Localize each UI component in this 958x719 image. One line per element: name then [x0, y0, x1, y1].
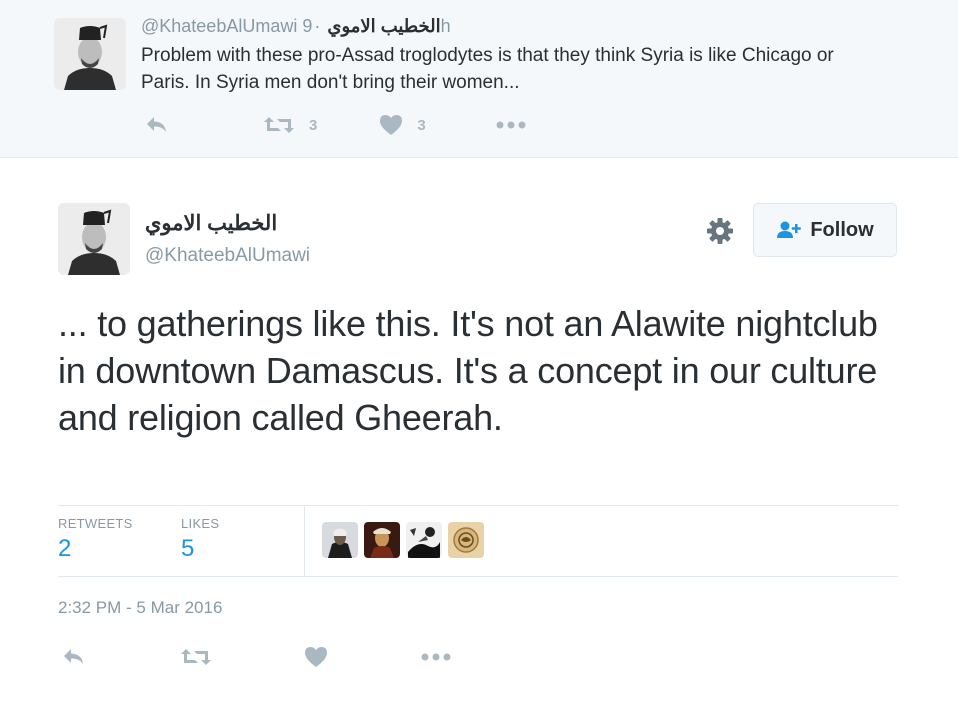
- retweets-label: RETWEETS: [58, 516, 133, 531]
- tweet-timestamp[interactable]: 2:32 PM - 5 Mar 2016: [58, 598, 222, 618]
- likes-label: LIKES: [181, 516, 220, 531]
- more-icon: [421, 653, 451, 661]
- more-button[interactable]: [496, 121, 526, 129]
- retweets-value: 2: [58, 535, 72, 562]
- like-button[interactable]: 3: [379, 114, 426, 136]
- author-handle[interactable]: @KhateebAlUmawi: [145, 245, 310, 267]
- like-button[interactable]: [304, 646, 328, 668]
- reply-icon: [147, 117, 166, 132]
- tweet-stats: RETWEETS 2 LIKES 5: [58, 505, 898, 577]
- divider: [304, 506, 305, 576]
- settings-button[interactable]: [705, 216, 735, 246]
- parent-tweet-text: Problem with these pro-Assad troglodytes…: [141, 45, 834, 93]
- retweet-icon: [181, 649, 211, 665]
- tweet-action-bar: [62, 646, 451, 668]
- more-button[interactable]: [421, 653, 451, 661]
- gear-icon: [707, 218, 733, 244]
- likers-list: [322, 522, 484, 558]
- more-icon: [496, 121, 526, 129]
- avatar[interactable]: [58, 203, 130, 275]
- retweet-button[interactable]: [180, 647, 212, 667]
- reply-icon: [64, 649, 83, 664]
- retweets-stat[interactable]: RETWEETS 2: [58, 516, 133, 563]
- reply-button[interactable]: [145, 115, 169, 135]
- like-count: 3: [417, 116, 426, 134]
- parent-handle[interactable]: @KhateebAlUmawi: [141, 16, 297, 36]
- heart-icon: [380, 115, 403, 135]
- liker-avatar-4[interactable]: [448, 522, 484, 558]
- retweet-icon: [264, 117, 294, 133]
- tweet-text: ... to gatherings like this. It's not an…: [58, 303, 878, 438]
- follow-label: Follow: [810, 218, 874, 241]
- parent-tweet-header: @KhateebAlUmawi الخطيب الاموي ·9h: [141, 16, 451, 37]
- likes-stat[interactable]: LIKES 5: [181, 516, 219, 563]
- likes-value: 5: [181, 535, 195, 562]
- heart-icon: [305, 647, 327, 667]
- liker-avatar-1[interactable]: [322, 522, 358, 558]
- follow-button[interactable]: Follow: [753, 203, 897, 257]
- reply-button[interactable]: [62, 647, 86, 667]
- author-name[interactable]: الخطيب الاموي: [145, 211, 277, 236]
- liker-avatar-2[interactable]: [364, 522, 400, 558]
- retweet-count: 3: [309, 116, 318, 134]
- separator: ·: [314, 16, 321, 36]
- liker-avatar-3[interactable]: [406, 522, 442, 558]
- parent-action-bar: 3 3: [145, 114, 526, 136]
- parent-name[interactable]: الخطيب الاموي: [327, 16, 440, 36]
- retweet-button[interactable]: 3: [263, 115, 317, 135]
- parent-tweet[interactable]: @KhateebAlUmawi الخطيب الاموي ·9h Proble…: [0, 0, 958, 158]
- avatar[interactable]: [54, 18, 126, 90]
- add-user-icon: [777, 221, 802, 238]
